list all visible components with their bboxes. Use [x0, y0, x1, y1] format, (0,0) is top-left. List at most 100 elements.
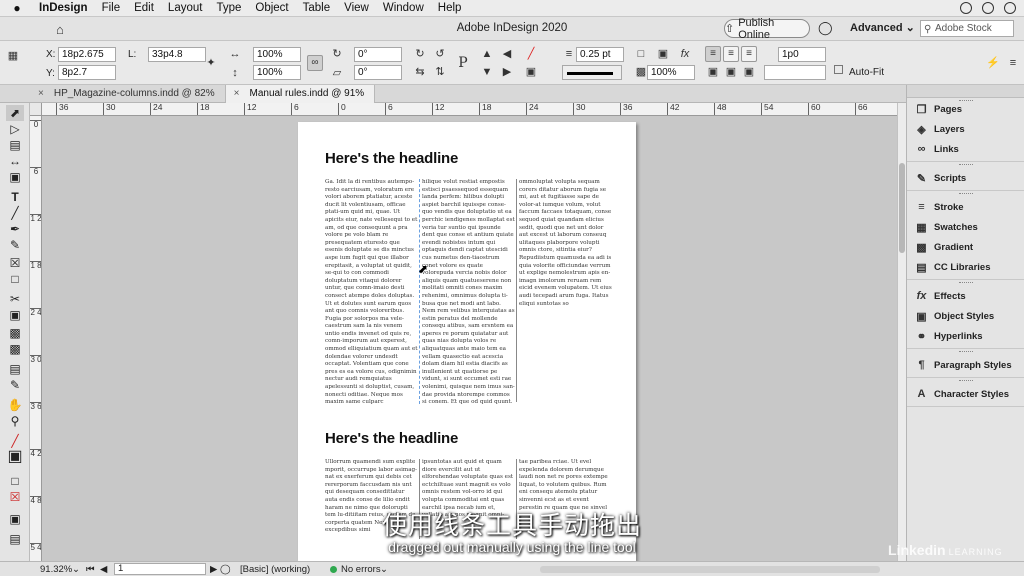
note-tool-icon[interactable]: ▤ — [6, 361, 24, 377]
panel-grip[interactable] — [959, 380, 973, 382]
panel-pages[interactable]: ❐ Pages — [915, 100, 962, 118]
adobe-stock-search[interactable]: ⚲ Adobe Stock — [920, 20, 1014, 37]
panel-cc-libraries[interactable]: ▤ CC Libraries — [915, 258, 990, 276]
select-content-icon[interactable]: ▼ — [480, 65, 494, 79]
hand-tool-icon[interactable]: ✋ — [6, 397, 24, 413]
menu-help[interactable]: Help — [431, 0, 469, 17]
style-status[interactable]: [Basic] (working) — [240, 564, 310, 575]
wrap-around-icon[interactable]: ▣ — [724, 65, 738, 79]
panel-dock-header[interactable] — [907, 85, 1024, 98]
rotate-ccw-icon[interactable]: ↺ — [433, 47, 447, 61]
creative-cloud-icon[interactable] — [960, 2, 972, 14]
select-container-icon[interactable]: ▲ — [480, 47, 494, 61]
pasteboard[interactable]: Here's the headline Ga. Idit la di renti… — [42, 116, 897, 561]
reference-field[interactable]: 1p0 — [778, 47, 826, 62]
type-tool-icon[interactable]: T — [6, 189, 24, 205]
publish-online-button[interactable]: ⇧ Publish Online — [724, 17, 810, 41]
zoom-level[interactable]: 91.32% — [40, 564, 72, 575]
zoom-tool-icon[interactable]: ⚲ — [6, 413, 24, 429]
fx-icon[interactable]: fx — [678, 47, 692, 61]
scrollbar-thumb[interactable] — [899, 163, 905, 253]
panel-grip[interactable] — [959, 164, 973, 166]
horizontal-scrollbar[interactable] — [540, 566, 880, 573]
shear-field[interactable]: 0° — [354, 65, 402, 80]
fill-stroke-icon[interactable]: ▣ — [6, 449, 24, 465]
page-number-field[interactable]: 1 — [114, 563, 206, 575]
selection-tool-icon[interactable]: ⬈ — [6, 105, 24, 121]
first-page-icon[interactable]: ⏮ — [86, 564, 95, 575]
panel-character-styles[interactable]: A Character Styles — [915, 385, 1009, 403]
panel-links[interactable]: ∞ Links — [915, 140, 959, 158]
panel-stroke[interactable]: ≡ Stroke — [915, 198, 963, 216]
panel-paragraph-styles[interactable]: ¶ Paragraph Styles — [915, 356, 1011, 374]
flip-vertical-icon[interactable]: ⇅ — [433, 65, 447, 79]
opacity-field[interactable]: 100% — [647, 65, 695, 80]
free-transform-tool-icon[interactable]: ▣ — [6, 307, 24, 323]
panel-hyperlinks[interactable]: ⚭ Hyperlinks — [915, 327, 983, 345]
apply-none-icon[interactable]: ☒ — [6, 489, 24, 505]
menu-layout[interactable]: Layout — [161, 0, 210, 17]
menu-view[interactable]: View — [337, 0, 376, 17]
tab-manual-rules[interactable]: × Manual rules.indd @ 91% — [225, 85, 376, 103]
pencil-tool-icon[interactable]: ✎ — [6, 237, 24, 253]
page-tool-icon[interactable]: ▤ — [6, 137, 24, 153]
rotate-field[interactable]: 0° — [354, 47, 402, 62]
menu-file[interactable]: File — [95, 0, 128, 17]
rectangle-frame-tool-icon[interactable]: ☒ — [6, 255, 24, 271]
autofit-checkbox[interactable] — [834, 65, 843, 74]
vertical-scrollbar[interactable] — [897, 103, 906, 561]
document-page[interactable]: Here's the headline Ga. Idit la di renti… — [298, 122, 636, 561]
previous-page-icon[interactable]: ◀ — [100, 564, 107, 575]
panel-layers[interactable]: ◈ Layers — [915, 120, 964, 138]
l-field[interactable]: 33p4.8 — [148, 47, 206, 62]
menu-table[interactable]: Table — [296, 0, 338, 17]
formatting-container-icon[interactable]: □ — [6, 473, 24, 489]
scissors-tool-icon[interactable]: ✂ — [6, 291, 24, 307]
rectangle-tool-icon[interactable]: □ — [6, 271, 24, 287]
panel-effects[interactable]: fx Effects — [915, 287, 966, 305]
content-collector-icon[interactable]: ▣ — [6, 169, 24, 185]
text-column-2[interactable]: hilique volut restiat empostis estisci p… — [422, 179, 515, 405]
pen-tool-icon[interactable]: ✒ — [6, 221, 24, 237]
scale-y-field[interactable]: 100% — [253, 65, 301, 80]
constrain-icon[interactable]: ✦ — [204, 56, 218, 70]
default-colors-icon[interactable]: ╱ — [6, 433, 24, 449]
notification-icon[interactable] — [1004, 2, 1016, 14]
menu-window[interactable]: Window — [376, 0, 431, 17]
next-page-icon[interactable]: ▶ — [210, 564, 217, 575]
text-column-3[interactable]: ommoluptat volupta sequam corers ditatur… — [519, 179, 612, 405]
frame-icon[interactable]: □ — [634, 47, 648, 61]
line-tool-icon[interactable]: ╱ — [6, 205, 24, 221]
stroke-weight-field[interactable]: 0.25 pt — [576, 47, 624, 62]
panel-menu-icon[interactable]: ≡ — [1006, 56, 1020, 70]
y-field[interactable]: 8p2.7 — [58, 65, 116, 80]
apple-icon[interactable]: ● — [10, 2, 24, 14]
drop-shadow-icon[interactable]: ▣ — [656, 47, 670, 61]
panel-swatches[interactable]: ▦ Swatches — [915, 218, 978, 236]
align-right-button[interactable]: ≡ — [741, 46, 757, 62]
menu-edit[interactable]: Edit — [127, 0, 161, 17]
direct-selection-tool-icon[interactable]: ▷ — [6, 121, 24, 137]
text-column-1[interactable]: Ga. Idit la di rentibus autempo-resto ea… — [325, 179, 418, 405]
gradient-feather-tool-icon[interactable]: ▩ — [6, 341, 24, 357]
headline-top[interactable]: Here's the headline — [325, 150, 458, 167]
x-field[interactable]: 18p2.675 — [58, 47, 116, 62]
column-rule[interactable] — [516, 179, 517, 402]
lightning-icon[interactable]: ⚡ — [986, 56, 1000, 70]
menu-app[interactable]: InDesign — [32, 0, 95, 17]
stroke-type-select[interactable] — [562, 65, 622, 80]
vertical-ruler[interactable]: 061 21 82 43 03 64 24 85 4 — [30, 116, 42, 561]
scale-x-field[interactable]: 100% — [253, 47, 301, 62]
panel-scripts[interactable]: ✎ Scripts — [915, 169, 966, 187]
select-next-icon[interactable]: ▶ — [500, 65, 514, 79]
zoom-dropdown-icon[interactable]: ⌄ — [72, 564, 80, 575]
gap-tool-icon[interactable]: ↔ — [6, 153, 24, 169]
fill-none-icon[interactable]: ╱ — [524, 47, 538, 61]
eyedropper-tool-icon[interactable]: ✎ — [6, 377, 24, 393]
preflight-icon[interactable]: ◯ — [220, 564, 231, 575]
panel-grip[interactable] — [959, 282, 973, 284]
close-icon[interactable]: × — [234, 88, 240, 99]
workspace-switcher[interactable]: Advanced ⌄ — [850, 21, 915, 34]
menu-type[interactable]: Type — [209, 0, 248, 17]
panel-gradient[interactable]: ▩ Gradient — [915, 238, 973, 256]
